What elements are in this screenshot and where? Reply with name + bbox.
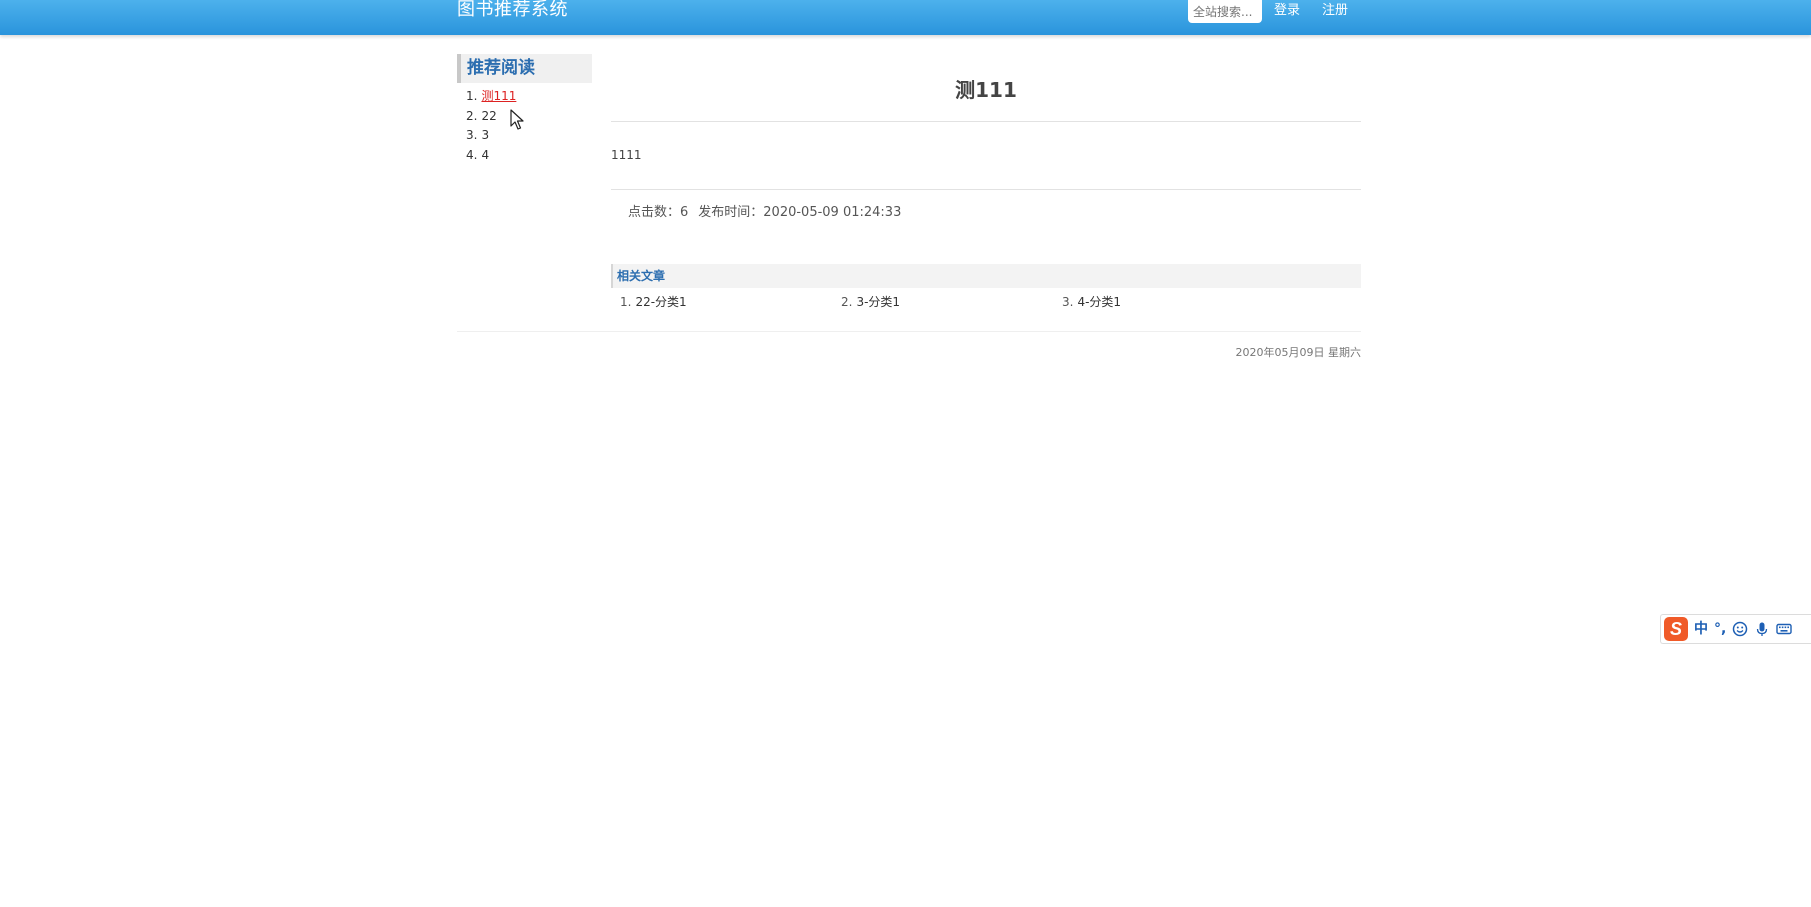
smiley-icon[interactable] [1732, 621, 1748, 637]
mouse-cursor-icon [510, 109, 524, 130]
related-link[interactable]: 3-分类1 [856, 295, 900, 309]
list-item-number: 4. [466, 147, 478, 162]
divider [611, 121, 1361, 122]
related-link[interactable]: 4-分类1 [1077, 295, 1121, 309]
related-item-number: 2. [841, 295, 853, 309]
ime-mode-toggle[interactable]: 中 [1694, 617, 1708, 641]
sogou-logo-icon[interactable]: S [1664, 617, 1688, 641]
publish-time: 发布时间：2020-05-09 01:24:33 [698, 205, 902, 220]
divider [611, 189, 1361, 190]
keyboard-icon[interactable] [1776, 621, 1793, 637]
recommended-reading-title: 推荐阅读 [457, 54, 592, 83]
site-brand[interactable]: 图书推荐系统 [457, 0, 568, 20]
list-item: 1. 测111 [466, 87, 516, 107]
recommended-list: 1. 测111 2. 22 3. 3 4. 4 [466, 87, 516, 165]
list-item-number: 3. [466, 128, 478, 142]
related-item: 3. 4-分类1 [1062, 293, 1121, 310]
search-input[interactable] [1188, 0, 1262, 23]
list-item: 4. 4 [466, 146, 516, 166]
list-item-number: 2. [466, 108, 478, 123]
recommended-link[interactable]: 3 [481, 128, 489, 142]
microphone-icon[interactable] [1754, 621, 1770, 637]
ime-punctuation-toggle[interactable]: °, [1714, 617, 1726, 641]
list-item: 3. 3 [466, 126, 516, 146]
related-link[interactable]: 22-分类1 [635, 295, 686, 309]
register-link[interactable]: 注册 [1322, 2, 1348, 19]
footer-divider [457, 331, 1361, 332]
list-item-number: 1. [466, 89, 478, 103]
article-meta: 点击数：6 发布时间：2020-05-09 01:24:33 [628, 201, 901, 220]
article-body: 1111 [611, 148, 642, 162]
recommended-link[interactable]: 22 [481, 109, 496, 123]
ime-toolbar[interactable]: S 中 °, [1660, 614, 1811, 644]
related-item-number: 1. [620, 295, 632, 309]
article-title: 测111 [955, 78, 1017, 102]
related-item: 2. 3-分类1 [841, 293, 900, 310]
list-item: 2. 22 [466, 107, 516, 127]
login-link[interactable]: 登录 [1274, 2, 1300, 19]
related-item-number: 3. [1062, 295, 1074, 309]
recommended-link[interactable]: 4 [481, 148, 489, 162]
top-navbar: 图书推荐系统 登录 注册 [0, 0, 1811, 35]
related-articles-title: 相关文章 [611, 264, 1361, 288]
footer-date: 2020年05月09日 星期六 [1235, 346, 1362, 359]
click-count: 点击数：6 [628, 205, 689, 220]
recommended-link[interactable]: 测111 [481, 89, 516, 103]
related-item: 1. 22-分类1 [620, 293, 687, 310]
